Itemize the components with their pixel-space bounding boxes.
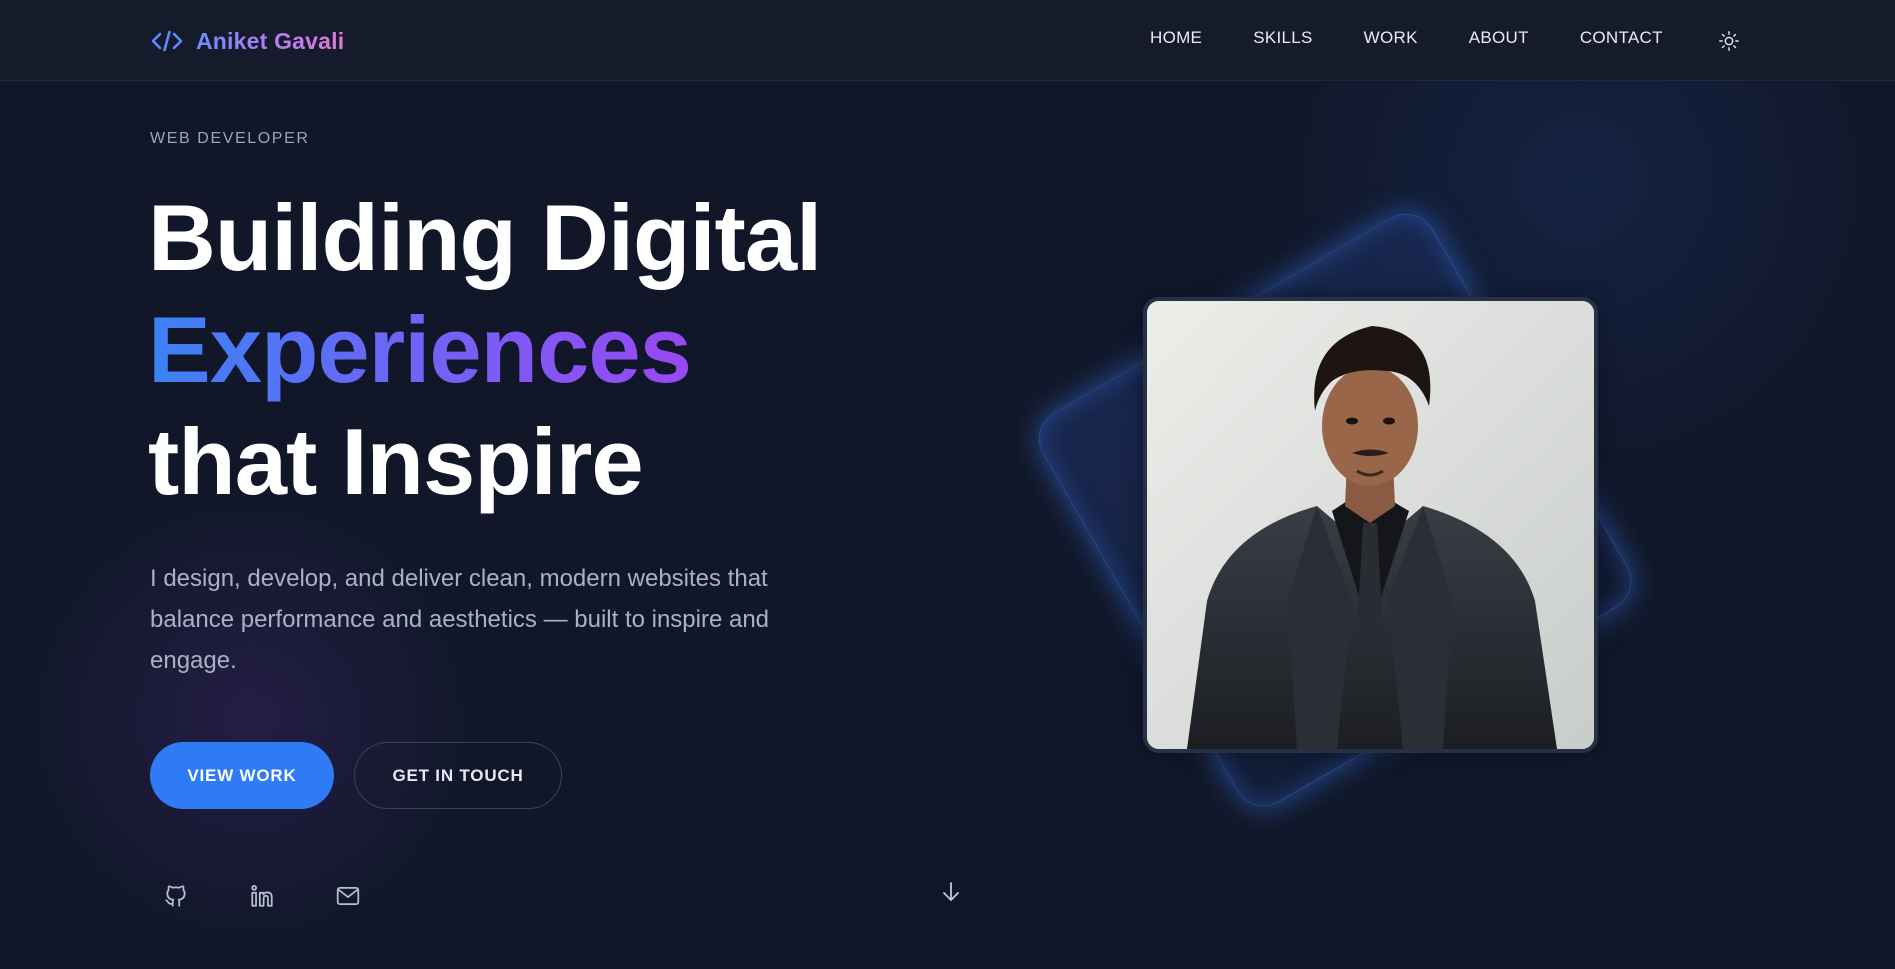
profile-photo — [1143, 297, 1598, 753]
email-link[interactable] — [334, 882, 361, 909]
nav-link-work[interactable]: WORK — [1364, 28, 1418, 48]
nav-link-about[interactable]: ABOUT — [1469, 28, 1529, 48]
navbar: Aniket Gavali HOME SKILLS WORK ABOUT CON… — [0, 0, 1895, 81]
code-icon — [150, 24, 184, 58]
get-in-touch-button[interactable]: GET IN TOUCH — [354, 742, 562, 809]
brand-logo[interactable]: Aniket Gavali — [150, 24, 344, 58]
hero-title-line-3: that Inspire — [148, 409, 644, 514]
sun-icon — [1719, 31, 1739, 51]
profile-portrait-illustration — [1147, 301, 1594, 749]
theme-toggle-button[interactable] — [1716, 28, 1742, 54]
social-links — [162, 882, 361, 909]
github-link[interactable] — [162, 882, 189, 909]
page: Aniket Gavali HOME SKILLS WORK ABOUT CON… — [0, 0, 1895, 969]
nav-link-contact[interactable]: CONTACT — [1580, 28, 1663, 48]
arrow-down-icon — [943, 882, 959, 901]
github-icon — [164, 884, 186, 907]
hero-title: Building Digital Experiences that Inspir… — [148, 182, 822, 518]
nav-links: HOME SKILLS WORK ABOUT CONTACT — [1150, 28, 1714, 48]
hero-title-line-1: Building Digital — [148, 185, 822, 290]
scroll-down-button[interactable] — [940, 880, 962, 904]
hero-eyebrow: WEB DEVELOPER — [150, 130, 310, 147]
nav-link-home[interactable]: HOME — [1150, 28, 1202, 48]
mail-icon — [336, 886, 359, 905]
brand-name: Aniket Gavali — [196, 27, 345, 54]
linkedin-link[interactable] — [248, 882, 275, 909]
nav-link-skills[interactable]: SKILLS — [1253, 28, 1312, 48]
view-work-button[interactable]: VIEW WORK — [150, 742, 334, 809]
hero-title-highlight: Experiences — [148, 294, 821, 406]
linkedin-icon — [250, 884, 273, 907]
hero-description: I design, develop, and deliver clean, mo… — [150, 565, 770, 674]
